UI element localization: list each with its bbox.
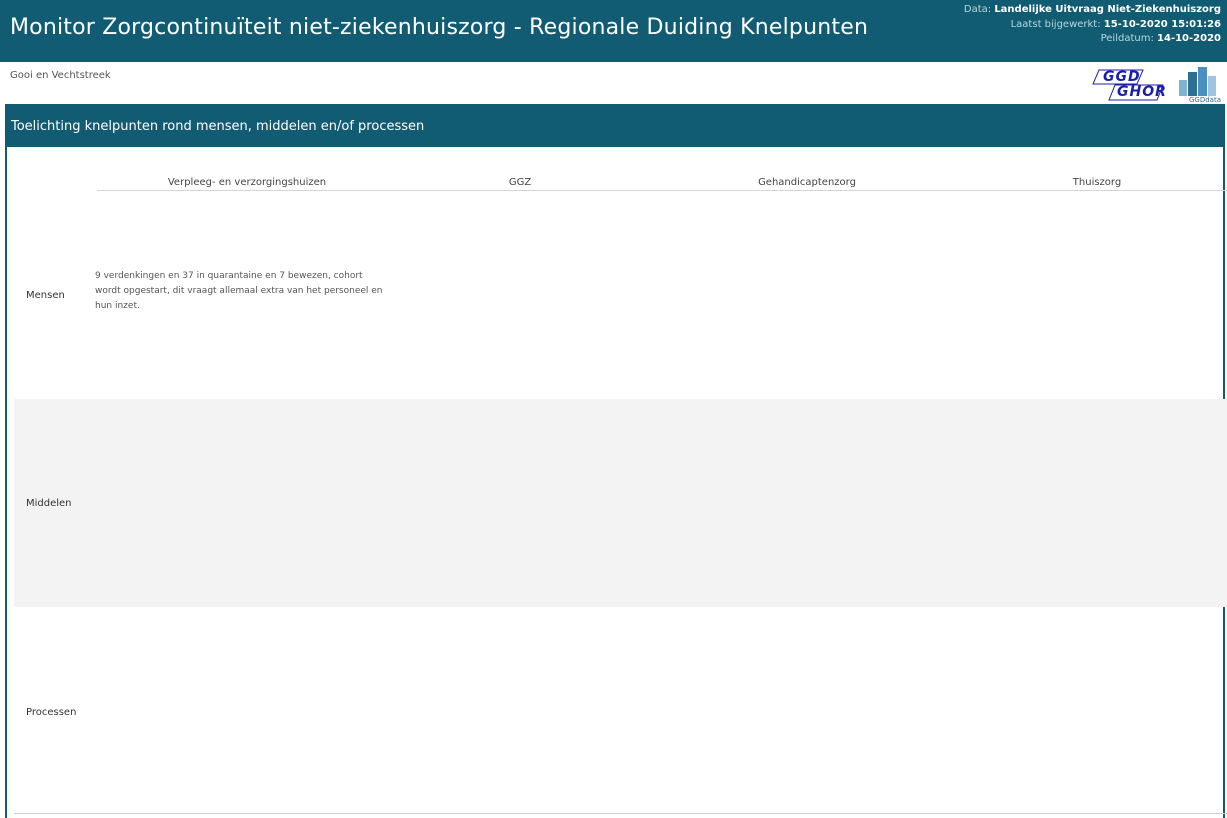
col-header-ggz: GGZ [508,177,532,188]
data-info: Data: Landelijke Uitvraag Niet-Ziekenhui… [964,3,1221,47]
data-source-label: Data: [963,4,992,15]
ggddata-logo: GGDdata [1173,66,1223,104]
table-row-processen: Processen [14,607,1227,813]
col-header-vvt: Verpleeg- en verzorgingshuizen [167,177,327,188]
top-banner: Monitor Zorgcontinuïteit niet-ziekenhuis… [0,0,1227,62]
row-label-mensen: Mensen [26,290,65,301]
panel-title: Toelichting knelpunten rond mensen, midd… [11,119,425,134]
logo-area: GGD GHOR GGDdata [1087,64,1227,104]
header-divider [97,190,1227,191]
row-label-middelen: Middelen [26,498,72,509]
col-header-thuiszorg: Thuiszorg [1072,177,1122,188]
ggd-logo-text: GGD [1103,69,1141,85]
page-title: Monitor Zorgcontinuïteit niet-ziekenhuis… [10,15,869,40]
ggd-ghor-logo: GGD GHOR [1091,68,1167,102]
knelpunten-panel: Toelichting knelpunten rond mensen, midd… [5,104,1227,818]
table-row-middelen: Middelen [14,399,1227,607]
cell-mensen-vvt: 9 verdenkingen en 37 in quarantaine en 7… [95,271,383,311]
col-header-gehandicaptenzorg: Gehandicaptenzorg [758,177,856,188]
table-row-mensen: Mensen 9 verdenkingen en 37 in quarantai… [14,192,1227,399]
ggddata-logo-text: GGDdata [1188,96,1221,104]
panel-header: Toelichting knelpunten rond mensen, midd… [7,104,1223,147]
last-updated-label: Laatst bijgewerkt: [1010,18,1101,30]
last-updated-value: 15-10-2020 15:01:26 [1103,18,1221,30]
peildatum-label: Peildatum: [1100,33,1154,44]
ghor-logo-text: GHOR [1117,84,1167,100]
data-source-value: Landelijke Uitvraag Niet-Ziekenhuiszorg [994,4,1221,15]
region-name: Gooi en Vechtstreek [10,70,111,81]
peildatum-value: 14-10-2020 [1157,33,1221,44]
row-label-processen: Processen [26,707,77,718]
table-bottom-divider [14,813,1227,814]
